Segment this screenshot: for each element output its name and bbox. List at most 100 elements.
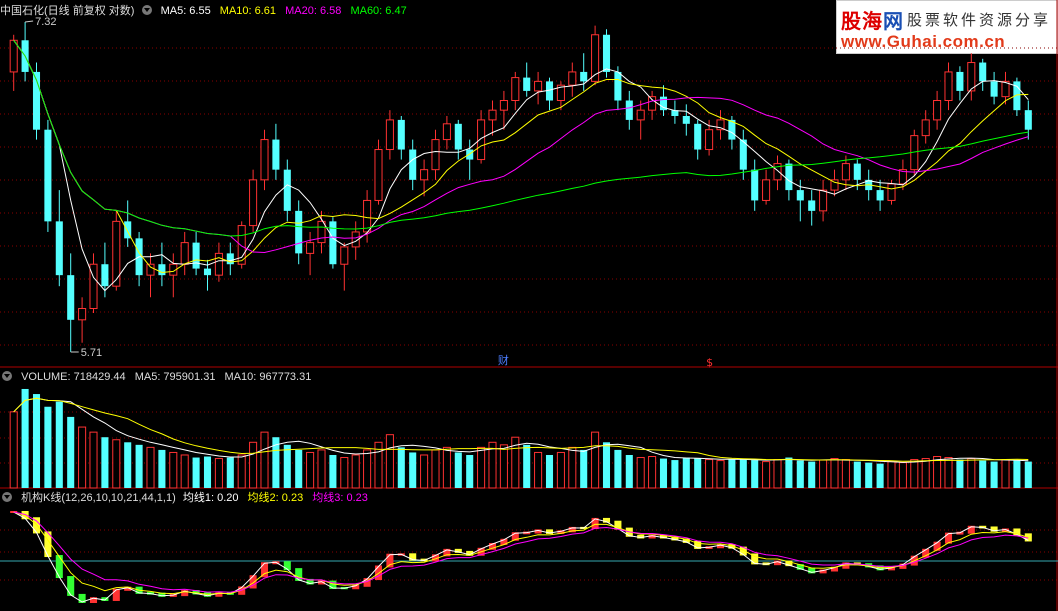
volume-bar-down (751, 460, 759, 488)
candle-body-down (101, 264, 109, 287)
candle-body-up (762, 179, 771, 201)
volume-bar-up (636, 457, 645, 489)
candle-body-down (956, 71, 964, 91)
candle-body-up (488, 109, 497, 121)
candle-body-up (385, 119, 394, 151)
dividend-marker[interactable]: $ (706, 356, 713, 369)
volume-bar-down (21, 388, 29, 488)
volume-bar-up (249, 441, 258, 489)
volume-bar-up (431, 449, 440, 489)
candle-body-up (887, 183, 896, 201)
candle-body-up (214, 252, 223, 276)
volume-bar-down (580, 449, 588, 488)
volume-bar-up (306, 451, 315, 489)
volume-bar-down (466, 454, 474, 488)
candle-body-up (477, 119, 486, 161)
volume-bar-up (351, 454, 360, 489)
volume-bar-up (112, 439, 121, 489)
volume-bar-down (32, 394, 41, 488)
volume-bar-down (659, 458, 668, 488)
candle-body-down (785, 163, 793, 191)
low-price-label: 5.71 (81, 347, 102, 359)
volume-bar-down (876, 463, 884, 488)
volume-bar-down (728, 459, 736, 488)
candle-body-up (636, 109, 645, 121)
volume-bar-down (329, 454, 337, 488)
indicator-bar (55, 555, 63, 579)
candle-body-up (921, 119, 930, 137)
volume-bar-up (1001, 459, 1010, 489)
candle-body-up (944, 71, 953, 102)
candle-body-down (55, 221, 63, 276)
indicator-bar (112, 588, 120, 601)
candle-body-down (614, 71, 622, 101)
volume-bar-up (237, 454, 246, 489)
high-price-label: 7.32 (35, 16, 56, 28)
volume-bar-up (830, 458, 839, 489)
ma60-line (13, 40, 1029, 237)
volume-bar-up (78, 426, 87, 489)
volume-bar-up (967, 458, 976, 489)
candle-body-down (283, 169, 291, 211)
volume-bar-up (556, 451, 565, 489)
candle-body-down (808, 200, 816, 211)
candle-body-down (1024, 110, 1032, 130)
volume-bar-down (55, 401, 63, 488)
candle-body-down (158, 264, 166, 276)
volume-bar-down (979, 460, 987, 488)
candle-body-up (933, 100, 942, 121)
stock-chart[interactable]: 7.32 5.71 财 $ (0, 0, 1058, 611)
volume-bar-up (499, 444, 508, 489)
indicator-bar (386, 553, 394, 568)
volume-bar-down (625, 454, 633, 488)
candle-body-down (796, 190, 804, 201)
candle-body-up (340, 246, 349, 265)
volume-bar-up (944, 457, 953, 489)
volume-bar-up (762, 461, 771, 489)
volume-bar-down (808, 461, 816, 488)
volume-bar-up (317, 449, 326, 489)
volume-bar-down (192, 457, 200, 488)
volume-bar-up (89, 431, 98, 489)
indicator-line1 (13, 511, 1029, 603)
candle-body-up (499, 100, 508, 111)
volume-bar-up (933, 456, 942, 489)
volume-bar-down (203, 456, 212, 488)
candle-body-down (979, 62, 987, 82)
volume-bar-down (853, 461, 861, 488)
candle-body-down (580, 71, 588, 82)
volume-bar-down (1024, 461, 1032, 488)
candle-body-down (694, 123, 702, 150)
candle-body-down (295, 210, 303, 254)
volume-bar-down (1013, 460, 1021, 488)
volume-bar-up (169, 451, 178, 489)
candle-body-down (990, 81, 998, 97)
candle-body-up (705, 129, 714, 151)
candle-body-up (534, 80, 543, 92)
candle-body-up (420, 169, 429, 181)
high-price-pointer (25, 20, 34, 23)
volume-bar-up (705, 459, 714, 489)
volume-bar-up (340, 457, 349, 489)
indicator-series (10, 511, 1032, 603)
candle-body-up (260, 139, 269, 181)
candle-body-up (431, 139, 440, 171)
volume-bar-down (409, 452, 417, 488)
volume-bar-down (682, 457, 690, 488)
candle-body-up (511, 77, 520, 102)
volume-bar-up (477, 446, 486, 489)
volume-bar-up (910, 459, 919, 489)
volume-bar-up (180, 454, 189, 489)
volume-bar-up (442, 446, 451, 489)
volume-bar-down (545, 454, 554, 488)
volume-bar-down (990, 461, 998, 488)
finance-marker[interactable]: 财 (498, 353, 509, 367)
volume-bar-down (523, 444, 531, 488)
candle-body-up (648, 96, 657, 111)
candle-body-up (9, 39, 18, 73)
volume-bar-down (739, 458, 747, 488)
candle-body-up (841, 163, 850, 181)
volume-bar-down (67, 416, 75, 488)
candle-body-down (751, 169, 759, 201)
volume-bar-down (614, 449, 622, 488)
